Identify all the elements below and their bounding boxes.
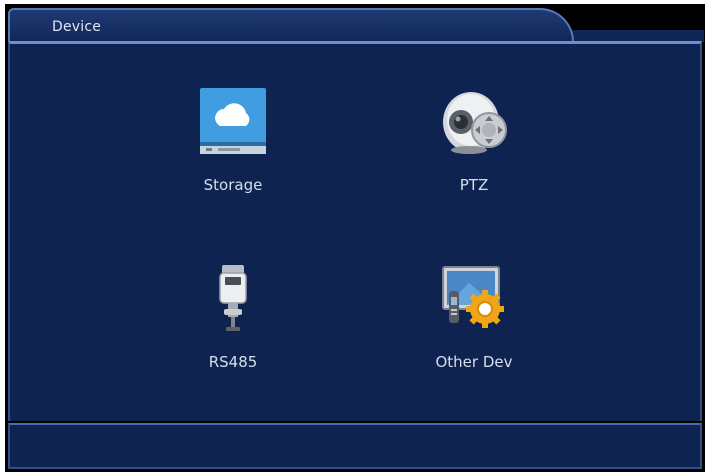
rs485-label: RS485 — [208, 353, 258, 371]
device-window: Device — [5, 4, 705, 472]
surveillance-camera-icon — [198, 263, 268, 333]
storage-label: Storage — [203, 176, 263, 194]
title-tab: Device — [8, 8, 574, 42]
footer-panel — [8, 423, 702, 469]
ptz-tile[interactable]: PTZ — [404, 86, 544, 216]
storage-tile[interactable]: Storage — [163, 86, 303, 216]
main-panel — [8, 41, 702, 421]
other-dev-label: Other Dev — [435, 353, 513, 371]
ptz-camera-icon — [439, 86, 509, 156]
monitor-gear-icon — [439, 263, 509, 333]
ptz-label: PTZ — [459, 176, 489, 194]
cloud-storage-icon — [198, 86, 268, 156]
other-dev-tile[interactable]: Other Dev — [404, 263, 544, 393]
window-title: Device — [52, 19, 102, 35]
rs485-tile[interactable]: RS485 — [163, 263, 303, 393]
